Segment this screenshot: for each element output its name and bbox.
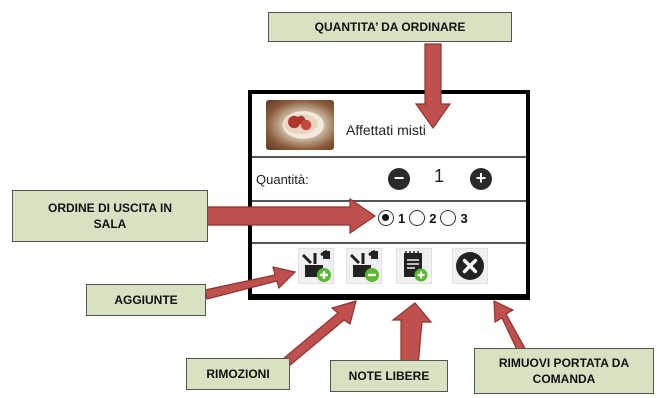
callout-remove-dish-line1: RIMUOVI PORTATA DA bbox=[498, 356, 630, 370]
callout-exit-order-line2: SALA bbox=[93, 217, 127, 231]
callout-remove-dish: RIMUOVI PORTATA DA COMANDA bbox=[474, 348, 654, 394]
callout-notes-text: NOTE LIBERE bbox=[348, 369, 430, 383]
arrow-quantity bbox=[414, 43, 452, 130]
callout-exit-order-line1: ORDINE DI USCITA IN bbox=[47, 201, 172, 215]
callout-remove-dish-line2: COMANDA bbox=[532, 372, 596, 386]
arrow-notes bbox=[391, 302, 433, 367]
callout-removals: RIMOZIONI bbox=[186, 358, 290, 390]
callout-additions-text: AGGIUNTE bbox=[114, 293, 178, 307]
arrow-additions bbox=[204, 266, 297, 300]
callout-quantity-text: QUANTITA’ DA ORDINARE bbox=[314, 20, 466, 34]
callout-removals-text: RIMOZIONI bbox=[206, 367, 270, 381]
callout-notes: NOTE LIBERE bbox=[330, 360, 448, 392]
arrow-removals bbox=[282, 300, 357, 367]
callout-exit-order: ORDINE DI USCITA IN SALA bbox=[12, 190, 208, 242]
callout-additions: AGGIUNTE bbox=[86, 284, 206, 316]
callout-quantity: QUANTITA’ DA ORDINARE bbox=[268, 12, 512, 42]
arrow-exit-order bbox=[206, 197, 377, 235]
